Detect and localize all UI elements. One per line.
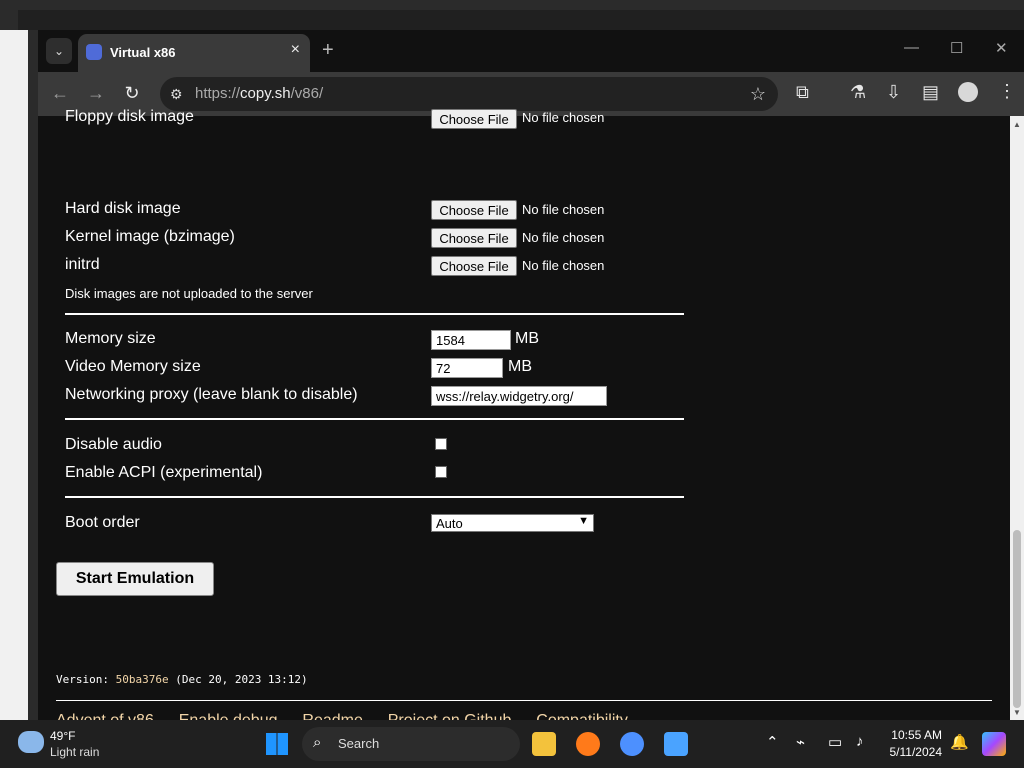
hard-disk-choose-file-button[interactable]: Choose File — [431, 200, 517, 220]
initrd-no-file-text: No file chosen — [522, 258, 605, 273]
browser-menu-icon[interactable]: ⋮ — [998, 81, 1016, 102]
tray-overflow-icon[interactable]: ⌃ — [766, 733, 779, 751]
download-icon[interactable]: ⇩ — [886, 82, 901, 103]
labs-icon[interactable]: ⚗ — [850, 82, 866, 103]
minimize-icon[interactable]: — — [904, 39, 919, 56]
url-host: copy.sh — [240, 85, 291, 102]
memory-size-input[interactable] — [431, 330, 511, 350]
clock-date[interactable]: 5/11/2024 — [884, 745, 943, 759]
floppy-label: Floppy disk image — [65, 108, 194, 125]
kernel-label: Kernel image (bzimage) — [65, 228, 235, 245]
reload-icon[interactable]: ↻ — [120, 81, 144, 105]
kernel-no-file-text: No file chosen — [522, 230, 605, 245]
profile-avatar-icon[interactable] — [958, 82, 978, 102]
enable-acpi-checkbox[interactable] — [435, 466, 447, 478]
tab-title: Virtual x86 — [110, 45, 176, 60]
new-tab-icon[interactable]: + — [322, 39, 334, 62]
floppy-no-file-text: No file chosen — [522, 110, 605, 125]
extensions-icon[interactable]: ⧉ — [796, 82, 809, 103]
page-content: Floppy disk image Choose File No file ch… — [38, 108, 1010, 729]
section-divider-2 — [65, 418, 684, 420]
close-tab-icon[interactable]: × — [291, 41, 300, 59]
background-window-titlebar — [18, 10, 1024, 30]
boot-order-value: Auto — [436, 516, 463, 531]
initrd-label: initrd — [65, 256, 100, 273]
weather-temperature: 49°F — [50, 729, 76, 743]
section-divider-1 — [65, 313, 684, 315]
browser-window: ⌄ Virtual x86 × + — ☐ ✕ ← → ↻ ⚙ https://… — [38, 30, 1024, 729]
video-memory-input[interactable] — [431, 358, 503, 378]
site-favicon-icon — [86, 44, 102, 60]
clock-time[interactable]: 10:55 AM — [884, 728, 942, 742]
boot-order-label: Boot order — [65, 514, 140, 531]
address-bar[interactable]: ⚙ https://copy.sh/v86/ ☆ — [160, 77, 778, 111]
notification-bell-icon[interactable]: 🔔 — [950, 733, 969, 751]
scroll-down-icon[interactable]: ▼ — [1013, 708, 1021, 717]
close-window-icon[interactable]: ✕ — [995, 39, 1008, 57]
url-path: /v86/ — [290, 85, 324, 102]
floppy-choose-file-button[interactable]: Choose File — [431, 109, 517, 129]
network-proxy-input[interactable] — [431, 386, 607, 406]
video-memory-unit: MB — [508, 358, 532, 375]
disable-audio-label: Disable audio — [65, 436, 162, 453]
memory-label: Memory size — [65, 330, 156, 347]
sound-icon[interactable]: ♪ — [856, 733, 864, 750]
tab-bar: ⌄ Virtual x86 × + — ☐ ✕ — [38, 30, 1024, 72]
side-panel-icon[interactable]: ▤ — [922, 82, 939, 103]
hard-disk-label: Hard disk image — [65, 200, 181, 217]
scrollbar-thumb[interactable] — [1013, 530, 1021, 708]
footer-divider — [56, 700, 992, 701]
version-date: (Dec 20, 2023 13:12) — [175, 673, 308, 686]
taskbar-search-box[interactable]: ⌕ Search — [302, 727, 520, 761]
initrd-choose-file-button[interactable]: Choose File — [431, 256, 517, 276]
boot-order-select[interactable]: Auto ▼ — [431, 514, 594, 532]
weather-icon[interactable] — [18, 731, 44, 753]
windows-start-icon[interactable] — [266, 733, 288, 755]
firefox-icon[interactable] — [576, 732, 600, 756]
url-text[interactable]: https://copy.sh/v86/ — [195, 85, 323, 102]
photos-icon[interactable] — [664, 732, 688, 756]
disk-note: Disk images are not uploaded to the serv… — [65, 286, 313, 301]
hard-disk-no-file-text: No file chosen — [522, 202, 605, 217]
start-emulation-button[interactable]: Start Emulation — [56, 562, 214, 596]
section-divider-3 — [65, 496, 684, 498]
background-window-left — [0, 30, 28, 720]
chevron-down-icon: ▼ — [578, 515, 589, 527]
maximize-icon[interactable]: ☐ — [950, 39, 963, 57]
display-icon[interactable]: ▭ — [828, 733, 842, 751]
taskbar-search-text: Search — [338, 736, 380, 751]
tab-list-button[interactable]: ⌄ — [46, 38, 72, 64]
version-hash-link[interactable]: 50ba376e — [116, 673, 169, 686]
video-memory-label: Video Memory size — [65, 358, 201, 375]
back-icon[interactable]: ← — [48, 81, 72, 105]
disable-audio-checkbox[interactable] — [435, 438, 447, 450]
bookmark-star-icon[interactable]: ☆ — [750, 84, 766, 105]
search-icon: ⌕ — [313, 734, 322, 751]
file-explorer-icon[interactable] — [532, 732, 556, 756]
copilot-icon[interactable] — [982, 732, 1006, 756]
version-prefix: Version: — [56, 673, 109, 686]
chrome-icon[interactable] — [620, 732, 644, 756]
kernel-choose-file-button[interactable]: Choose File — [431, 228, 517, 248]
page-scrollbar[interactable]: ▲ ▼ — [1010, 116, 1024, 720]
version-info: Version: 50ba376e (Dec 20, 2023 13:12) — [56, 673, 308, 686]
windows-taskbar: 49°F Light rain ⌕ Search ⌃ ⌁ ▭ ♪ 10:55 A… — [0, 720, 1024, 768]
network-icon[interactable]: ⌁ — [796, 733, 805, 751]
scroll-up-icon[interactable]: ▲ — [1013, 120, 1021, 129]
network-proxy-label: Networking proxy (leave blank to disable… — [65, 386, 358, 403]
weather-description: Light rain — [50, 745, 100, 759]
active-tab[interactable]: Virtual x86 × — [78, 34, 310, 72]
memory-unit: MB — [515, 330, 539, 347]
forward-icon[interactable]: → — [84, 81, 108, 105]
site-info-icon[interactable]: ⚙ — [170, 86, 183, 103]
enable-acpi-label: Enable ACPI (experimental) — [65, 464, 263, 481]
url-scheme: https:// — [195, 85, 241, 102]
